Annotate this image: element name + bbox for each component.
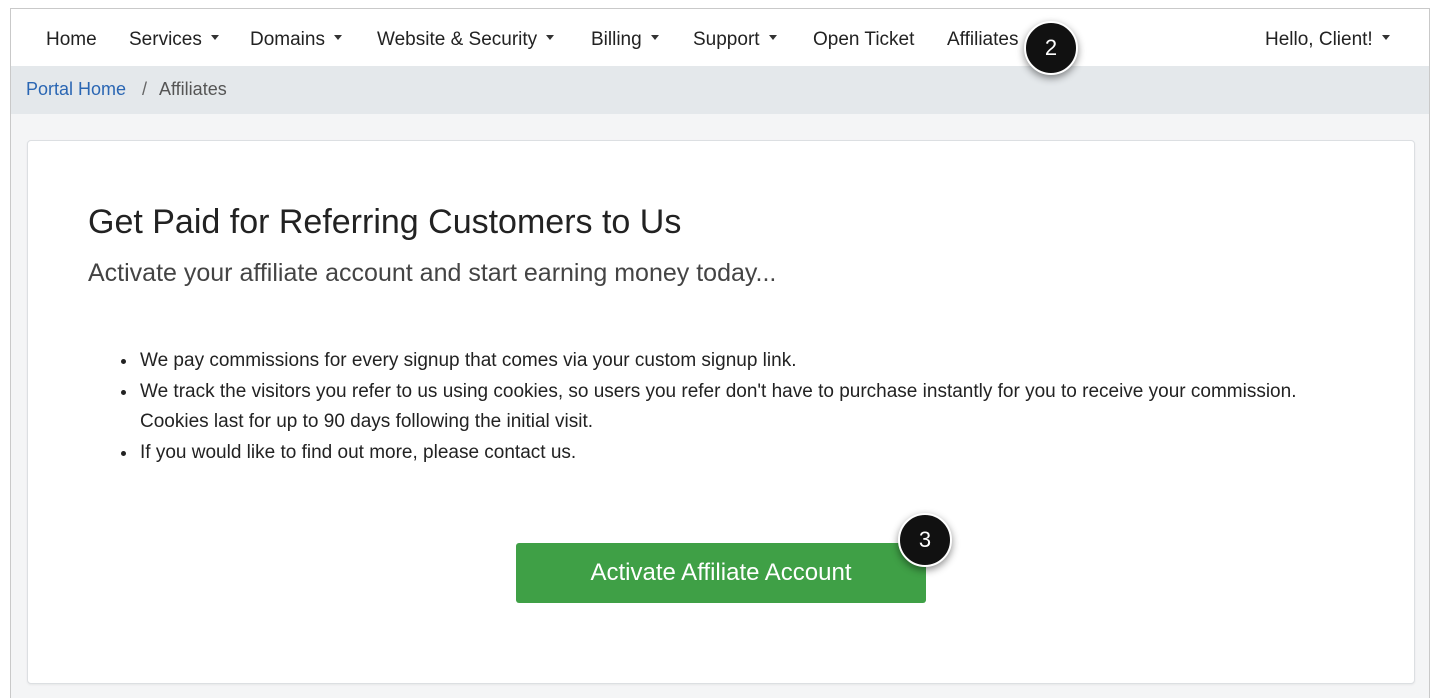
nav-billing[interactable]: Billing	[591, 28, 659, 52]
caret-down-icon	[210, 35, 219, 41]
user-menu-label: Hello, Client!	[1265, 29, 1373, 50]
nav-services-label: Services	[129, 29, 202, 50]
step-3-badge: 3	[898, 513, 952, 567]
list-item: We track the visitors you refer to us us…	[138, 377, 1338, 438]
affiliate-card: Get Paid for Referring Customers to Us A…	[27, 140, 1415, 684]
breadcrumb-home-link[interactable]: Portal Home	[26, 79, 126, 100]
caret-down-icon	[1381, 35, 1390, 41]
benefits-list: We pay commissions for every signup that…	[118, 346, 1338, 468]
nav-home[interactable]: Home	[46, 28, 97, 52]
breadcrumb-separator: /	[142, 79, 148, 99]
list-item: We pay commissions for every signup that…	[138, 346, 1338, 377]
breadcrumb-current: Affiliates	[159, 79, 227, 99]
caret-down-icon	[546, 35, 555, 41]
page-title: Get Paid for Referring Customers to Us	[88, 203, 682, 241]
nav-website-security[interactable]: Website & Security	[377, 28, 555, 52]
nav-support[interactable]: Support	[693, 28, 777, 52]
step-2-badge: 2	[1024, 21, 1078, 75]
nav-services[interactable]: Services	[129, 28, 219, 52]
activate-affiliate-button[interactable]: Activate Affiliate Account	[516, 543, 926, 603]
nav-open-ticket[interactable]: Open Ticket	[813, 28, 914, 52]
page-subtitle: Activate your affiliate account and star…	[88, 259, 777, 287]
nav-website-security-label: Website & Security	[377, 29, 538, 50]
list-item: If you would like to find out more, plea…	[138, 438, 1338, 469]
caret-down-icon	[650, 35, 659, 41]
nav-domains[interactable]: Domains	[250, 28, 342, 52]
nav-support-label: Support	[693, 29, 760, 50]
browser-frame: Home Services Domains Website & Security…	[10, 8, 1430, 698]
caret-down-icon	[768, 35, 777, 41]
nav-billing-label: Billing	[591, 29, 642, 50]
top-navigation: Home Services Domains Website & Security…	[11, 9, 1429, 66]
nav-domains-label: Domains	[250, 29, 325, 50]
caret-down-icon	[333, 35, 342, 41]
user-menu[interactable]: Hello, Client!	[1265, 28, 1390, 52]
nav-affiliates[interactable]: Affiliates	[947, 28, 1018, 52]
